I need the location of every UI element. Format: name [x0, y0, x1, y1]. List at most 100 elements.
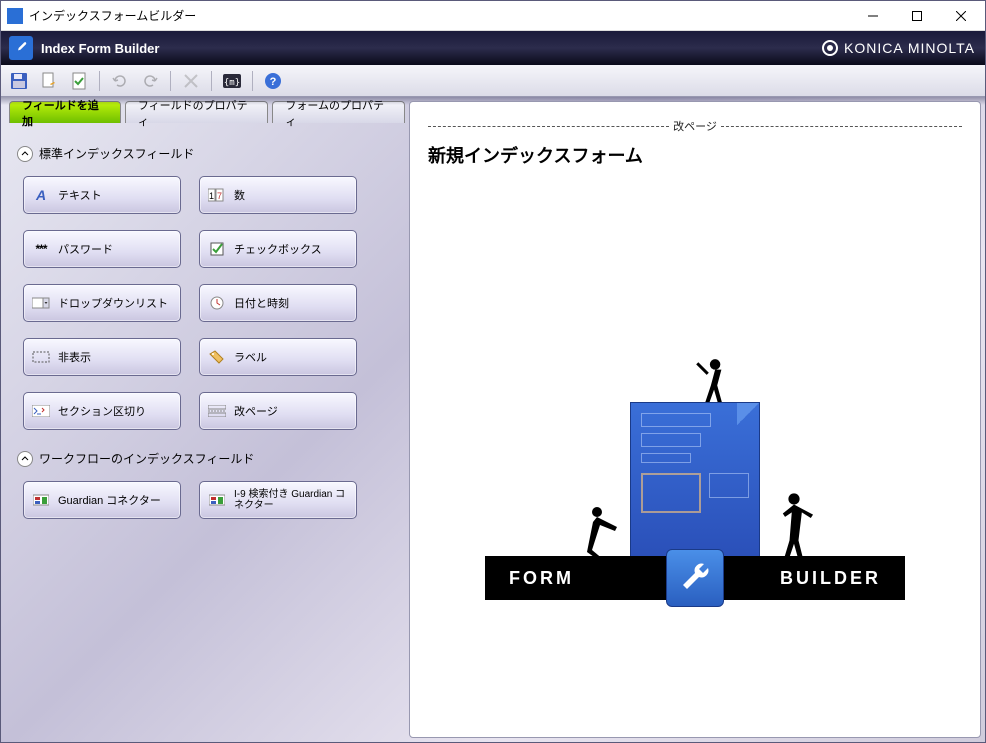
minimize-icon — [868, 11, 878, 21]
help-button[interactable]: ? — [259, 68, 287, 94]
main-body: フィールドを追加 フィールドのプロパティ フォームのプロパティ 標準インデックス… — [1, 97, 985, 742]
worker-left-icon — [582, 502, 632, 562]
section-title: 標準インデックスフィールド — [39, 145, 194, 162]
collapse-toggle[interactable] — [17, 451, 33, 467]
collapse-toggle[interactable] — [17, 146, 33, 162]
field-button-checkbox[interactable]: チェックボックス — [199, 230, 357, 268]
brand-right-label: KONICA MINOLTA — [844, 40, 975, 56]
help-icon: ? — [264, 72, 282, 90]
field-button-label: 日付と時刻 — [234, 295, 289, 311]
chevron-up-icon — [21, 455, 29, 463]
illustration-bar: FORM BUILDER — [485, 556, 905, 600]
maximize-button[interactable] — [895, 2, 939, 30]
new-button[interactable] — [35, 68, 63, 94]
pagebreak-icon — [208, 404, 226, 418]
panel-content: 標準インデックスフィールド A テキスト 17 数 *** パスワード — [5, 123, 405, 738]
new-document-icon — [40, 72, 58, 90]
field-button-label: セクション区切り — [58, 403, 146, 419]
field-button-label: テキスト — [58, 187, 102, 203]
workflow-field-grid: Guardian コネクター I-9 検索付き Guardian コネクター — [23, 481, 393, 519]
validate-button[interactable] — [65, 68, 93, 94]
field-button-text[interactable]: A テキスト — [23, 176, 181, 214]
svg-text:?: ? — [270, 76, 277, 88]
illustration-text-right: BUILDER — [780, 568, 881, 589]
floppy-disk-icon — [10, 72, 28, 90]
toolbar-separator — [170, 71, 171, 91]
app-icon — [7, 8, 23, 24]
titlebar: インデックスフォームビルダー — [1, 1, 985, 31]
minimize-button[interactable] — [851, 2, 895, 30]
save-button[interactable] — [5, 68, 33, 94]
wrench-badge-icon — [666, 549, 724, 607]
code-braces-icon: {m} — [222, 72, 242, 90]
guardian-i9-icon — [208, 493, 226, 507]
svg-text:7: 7 — [217, 191, 222, 201]
section-header-workflow: ワークフローのインデックスフィールド — [17, 450, 393, 467]
left-panel: フィールドを追加 フィールドのプロパティ フォームのプロパティ 標準インデックス… — [5, 97, 405, 738]
form-builder-illustration: FORM BUILDER — [485, 402, 905, 600]
field-button-label: 非表示 — [58, 349, 91, 365]
datetime-icon — [208, 296, 226, 310]
svg-text:{m}: {m} — [224, 78, 240, 88]
page-break-separator: 改ページ — [428, 118, 962, 134]
toolbar-separator — [99, 71, 100, 91]
brand-title: Index Form Builder — [41, 41, 822, 56]
label-icon — [208, 350, 226, 364]
toolbar-separator — [252, 71, 253, 91]
svg-text:A: A — [35, 188, 46, 202]
field-button-dropdown[interactable]: ドロップダウンリスト — [23, 284, 181, 322]
field-button-label: チェックボックス — [234, 241, 322, 257]
brand-right: KONICA MINOLTA — [822, 40, 975, 56]
checkmark-document-icon — [70, 72, 88, 90]
field-button-section[interactable]: セクション区切り — [23, 392, 181, 430]
close-button[interactable] — [939, 2, 983, 30]
form-title: 新規インデックスフォーム — [428, 142, 962, 168]
toolbar: {m} ? — [1, 65, 985, 97]
standard-field-grid: A テキスト 17 数 *** パスワード チェックボックス — [23, 176, 393, 430]
redo-button[interactable] — [136, 68, 164, 94]
undo-icon — [111, 72, 129, 90]
field-button-label: Guardian コネクター — [58, 492, 161, 508]
header-band: Index Form Builder KONICA MINOLTA — [1, 31, 985, 65]
field-button-label: ラベル — [234, 349, 267, 365]
field-button-label[interactable]: ラベル — [199, 338, 357, 376]
preview-panel: 改ページ 新規インデックスフォーム FORM — [409, 101, 981, 738]
field-button-label: 数 — [234, 187, 245, 203]
section-icon — [32, 404, 50, 418]
konica-minolta-logo-icon — [822, 40, 838, 56]
field-button-guardian[interactable]: Guardian コネクター — [23, 481, 181, 519]
field-button-label: ドロップダウンリスト — [58, 295, 168, 311]
redo-icon — [141, 72, 159, 90]
number-icon: 17 — [208, 188, 226, 202]
dash-line — [721, 126, 962, 127]
section-header-standard: 標準インデックスフィールド — [17, 145, 393, 162]
tab-field-properties[interactable]: フィールドのプロパティ — [125, 101, 269, 123]
field-button-label: パスワード — [58, 241, 113, 257]
checkbox-icon — [208, 242, 226, 256]
text-icon: A — [32, 188, 50, 202]
tabs-row: フィールドを追加 フィールドのプロパティ フォームのプロパティ — [5, 101, 405, 123]
close-icon — [956, 11, 966, 21]
dash-line — [428, 126, 669, 127]
toolbar-separator — [211, 71, 212, 91]
tab-form-properties[interactable]: フォームのプロパティ — [272, 101, 405, 123]
app-window: インデックスフォームビルダー Index Form Builder KONICA… — [0, 0, 986, 743]
field-button-label: I-9 検索付き Guardian コネクター — [234, 489, 348, 512]
delete-button[interactable] — [177, 68, 205, 94]
field-button-pagebreak[interactable]: 改ページ — [199, 392, 357, 430]
tab-add-field[interactable]: フィールドを追加 — [9, 101, 121, 123]
blueprint-icon — [630, 402, 760, 562]
field-button-hidden[interactable]: 非表示 — [23, 338, 181, 376]
chevron-up-icon — [21, 150, 29, 158]
svg-text:1: 1 — [209, 191, 214, 201]
field-button-number[interactable]: 17 数 — [199, 176, 357, 214]
field-button-guardian-i9[interactable]: I-9 検索付き Guardian コネクター — [199, 481, 357, 519]
field-button-password[interactable]: *** パスワード — [23, 230, 181, 268]
window-title: インデックスフォームビルダー — [29, 7, 851, 24]
undo-button[interactable] — [106, 68, 134, 94]
x-icon — [183, 73, 199, 89]
field-button-datetime[interactable]: 日付と時刻 — [199, 284, 357, 322]
maximize-icon — [912, 11, 922, 21]
code-button[interactable]: {m} — [218, 68, 246, 94]
page-break-label: 改ページ — [673, 118, 717, 134]
